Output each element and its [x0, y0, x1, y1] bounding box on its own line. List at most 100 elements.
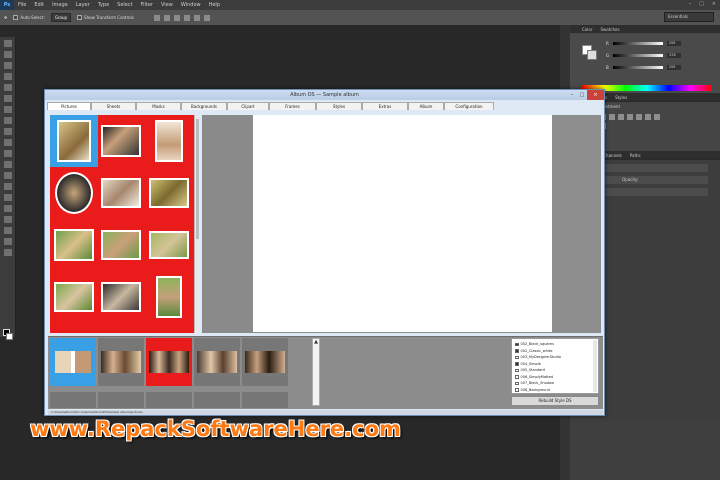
show-transform-checkbox[interactable]: Show Transform Controls: [77, 15, 134, 21]
menu-file[interactable]: File: [18, 2, 26, 8]
menu-window[interactable]: Window: [181, 2, 201, 8]
tab-sheets[interactable]: Sheets: [91, 102, 136, 110]
tab-paths[interactable]: Paths: [630, 153, 641, 158]
hue-saturation-icon[interactable]: [627, 114, 633, 120]
thumbnail-scroll-thumb[interactable]: [196, 119, 199, 239]
tab-backgrounds[interactable]: Backgrounds: [181, 102, 227, 110]
picture-thumb[interactable]: [98, 271, 144, 323]
blue-slider[interactable]: B 255: [606, 64, 688, 70]
red-slider[interactable]: R 255: [606, 40, 688, 46]
align-middle-icon[interactable]: [163, 14, 170, 21]
tab-masks[interactable]: Masks: [136, 102, 181, 110]
sheet-thumb[interactable]: [98, 392, 144, 408]
style-checkbox[interactable]: [515, 349, 519, 353]
green-slider[interactable]: G 255: [606, 52, 688, 58]
picture-thumb[interactable]: [146, 167, 192, 219]
tab-styles[interactable]: Styles: [316, 102, 362, 110]
tab-styles[interactable]: Styles: [615, 95, 627, 100]
picture-thumb[interactable]: [98, 167, 144, 219]
align-left-icon[interactable]: [183, 14, 190, 21]
blur-tool-icon[interactable]: [3, 172, 12, 179]
album-close-button[interactable]: ×: [587, 90, 604, 100]
menu-select[interactable]: Select: [117, 2, 132, 8]
picture-thumb[interactable]: [146, 271, 192, 323]
history-brush-tool-icon[interactable]: [3, 139, 12, 146]
picture-thumb[interactable]: [146, 323, 192, 333]
group-select[interactable]: Group: [50, 13, 72, 22]
red-slider-track[interactable]: [612, 41, 663, 45]
album-page-canvas[interactable]: [253, 115, 552, 332]
align-right-icon[interactable]: [203, 14, 210, 21]
move-tool-icon[interactable]: [3, 40, 12, 47]
picture-thumb[interactable]: [146, 115, 192, 167]
background-color-swatch[interactable]: [6, 333, 13, 340]
menu-help[interactable]: Help: [209, 2, 220, 8]
style-list-scrollbar[interactable]: [593, 340, 597, 392]
pen-tool-icon[interactable]: [3, 194, 12, 201]
picture-thumb[interactable]: [50, 167, 98, 219]
vibrance-icon[interactable]: [618, 114, 624, 120]
picture-thumb[interactable]: [98, 115, 144, 167]
color-balance-icon[interactable]: [636, 114, 642, 120]
healing-tool-icon[interactable]: [3, 106, 12, 113]
sheet-thumb[interactable]: [98, 338, 144, 386]
color-background-swatch[interactable]: [587, 50, 597, 60]
tab-extras[interactable]: Extras: [362, 102, 408, 110]
quick-select-tool-icon[interactable]: [3, 73, 12, 80]
blue-slider-track[interactable]: [612, 65, 663, 69]
tab-channels[interactable]: Channels: [603, 153, 622, 158]
album-minimize-button[interactable]: –: [567, 90, 577, 100]
gradient-tool-icon[interactable]: [3, 161, 12, 168]
auto-select-checkbox[interactable]: Auto-Select:: [13, 15, 45, 21]
style-checkbox[interactable]: [515, 381, 519, 385]
picture-thumb[interactable]: [50, 271, 98, 323]
path-select-tool-icon[interactable]: [3, 216, 12, 223]
hand-tool-icon[interactable]: [3, 238, 12, 245]
menu-filter[interactable]: Filter: [141, 2, 153, 8]
zoom-tool-icon[interactable]: [3, 249, 12, 256]
workspace-select[interactable]: Essentials: [664, 12, 714, 22]
close-button[interactable]: ×: [712, 1, 716, 7]
marquee-tool-icon[interactable]: [3, 51, 12, 58]
align-top-icon[interactable]: [153, 14, 160, 21]
crop-tool-icon[interactable]: [3, 84, 12, 91]
move-tool-icon[interactable]: ✥: [4, 15, 7, 20]
album-maximize-button[interactable]: □: [577, 90, 587, 100]
picture-thumb[interactable]: [50, 115, 98, 167]
brush-tool-icon[interactable]: [3, 117, 12, 124]
sheet-thumb[interactable]: [242, 392, 288, 408]
menu-layer[interactable]: Layer: [76, 2, 90, 8]
tab-frames[interactable]: Frames: [269, 102, 316, 110]
align-center-icon[interactable]: [193, 14, 200, 21]
maximize-button[interactable]: □: [699, 1, 704, 7]
style-checkbox[interactable]: [515, 368, 519, 372]
exposure-icon[interactable]: [609, 114, 615, 120]
thumbnail-scrollbar[interactable]: [194, 115, 200, 333]
sheet-thumb[interactable]: [194, 338, 240, 386]
sheet-thumb[interactable]: [50, 338, 96, 386]
lasso-tool-icon[interactable]: [3, 62, 12, 69]
style-checkbox[interactable]: [515, 342, 519, 346]
sheet-thumb[interactable]: [146, 338, 192, 386]
picture-thumb[interactable]: [50, 219, 98, 271]
black-white-icon[interactable]: [645, 114, 651, 120]
menu-image[interactable]: Image: [52, 2, 68, 8]
tab-swatches[interactable]: Swatches: [600, 27, 619, 32]
align-bottom-icon[interactable]: [173, 14, 180, 21]
type-tool-icon[interactable]: [3, 205, 12, 212]
picture-thumb[interactable]: [98, 219, 144, 271]
style-checkbox[interactable]: [515, 355, 519, 359]
tab-color[interactable]: Color: [582, 27, 592, 32]
shape-tool-icon[interactable]: [3, 227, 12, 234]
eyedropper-tool-icon[interactable]: [3, 95, 12, 102]
sheet-thumb[interactable]: [242, 338, 288, 386]
picture-thumb[interactable]: [50, 323, 98, 333]
picture-thumb[interactable]: [146, 219, 192, 271]
tab-album[interactable]: Album: [408, 102, 444, 110]
tab-pictures[interactable]: Pictures: [47, 102, 91, 110]
style-item[interactable]: 008_Background: [515, 387, 595, 394]
style-checkbox[interactable]: [515, 375, 519, 379]
menu-type[interactable]: Type: [98, 2, 109, 8]
picture-thumb[interactable]: [98, 323, 144, 333]
tab-clipart[interactable]: Clipart: [227, 102, 269, 110]
